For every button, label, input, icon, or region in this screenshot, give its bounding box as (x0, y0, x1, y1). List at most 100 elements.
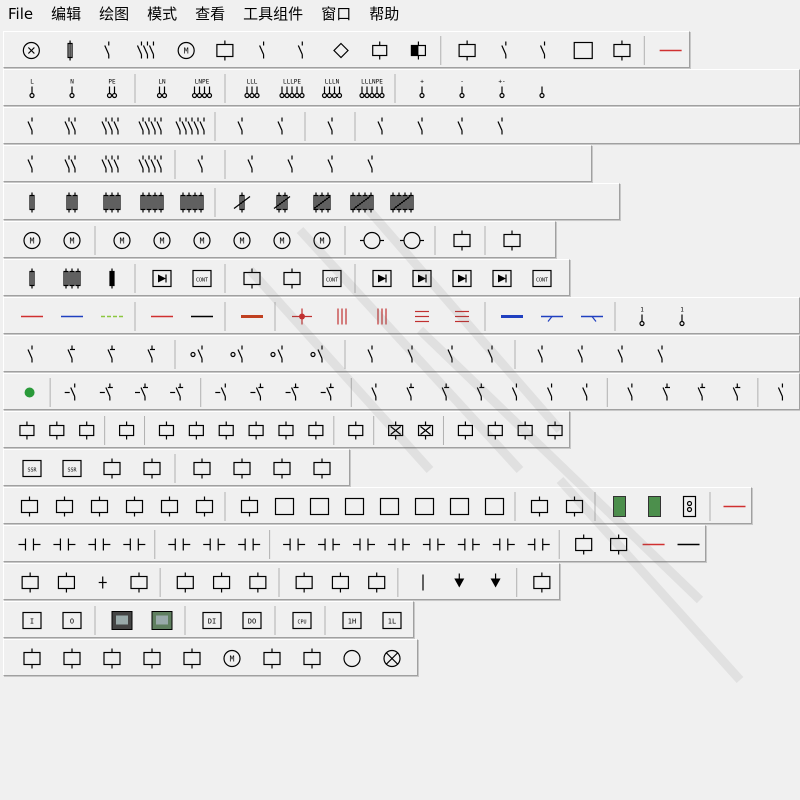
term-LLLNPE-icon[interactable]: LLLNPE (352, 72, 392, 105)
relay-box-icon[interactable] (448, 34, 487, 67)
heater-2-icon[interactable] (132, 452, 172, 485)
ladder-f2-icon[interactable] (347, 528, 382, 561)
wire-blue-thick-icon[interactable] (492, 300, 532, 333)
breaker-box-3-icon[interactable] (442, 110, 482, 143)
fuse-switch-1-icon[interactable] (222, 186, 262, 219)
lamp-circle-icon[interactable] (332, 642, 372, 675)
hmi-3d-icon[interactable] (142, 604, 182, 637)
contact-time-1-icon[interactable] (182, 338, 222, 371)
disconnect-load-1-icon[interactable] (232, 148, 272, 181)
line-black-icon[interactable] (671, 528, 706, 561)
sensor-square-icon[interactable] (12, 566, 48, 599)
menu-window[interactable]: 窗口 (312, 0, 360, 28)
bus-red-1-icon[interactable] (322, 300, 362, 333)
coil-time-icon[interactable] (301, 414, 331, 447)
net-1-icon[interactable] (203, 566, 239, 599)
plc-1L-icon[interactable]: 1L (372, 604, 412, 637)
coil-latch-icon[interactable] (241, 414, 271, 447)
ladder-f5-icon[interactable] (451, 528, 486, 561)
controller-icon[interactable]: CONT (182, 262, 222, 295)
cabinet-icon[interactable] (132, 642, 172, 675)
ladder-reset-icon[interactable] (232, 528, 267, 561)
thyristor-2-icon[interactable] (222, 452, 262, 485)
plc-func-7-icon[interactable] (477, 490, 512, 523)
bus-red-2-icon[interactable] (362, 300, 402, 333)
switch-single-icon[interactable] (244, 34, 283, 67)
coil-on-delay-icon[interactable] (152, 414, 182, 447)
lim-ext-3-icon[interactable] (569, 376, 604, 409)
switch-emerg-icon[interactable] (283, 34, 322, 67)
marker-box-icon[interactable] (524, 566, 560, 599)
horn-3-icon[interactable] (510, 414, 540, 447)
term-minus-icon[interactable]: - (442, 72, 482, 105)
menu-view[interactable]: 查看 (186, 0, 234, 28)
plc-1H-icon[interactable]: 1H (332, 604, 372, 637)
proximity-icon[interactable] (82, 490, 117, 523)
wire-red-icon[interactable] (12, 300, 52, 333)
heater-1-icon[interactable] (92, 452, 132, 485)
pin-2-icon[interactable] (601, 528, 636, 561)
drive-2-icon[interactable] (92, 642, 132, 675)
motor-5-icon[interactable]: M (182, 224, 222, 257)
wire-blue-tap-icon[interactable] (532, 300, 572, 333)
disconnect-load-3-icon[interactable] (312, 148, 352, 181)
red-line-2-icon[interactable] (717, 490, 752, 523)
fuse-switch-2-icon[interactable] (262, 186, 302, 219)
ssr-2-icon[interactable]: SSR (52, 452, 92, 485)
split-1-icon[interactable] (286, 566, 322, 599)
term-LNPE-icon[interactable]: LNPE (182, 72, 222, 105)
switch-3p-icon[interactable] (128, 34, 167, 67)
lamp-cross-icon[interactable] (372, 642, 412, 675)
converter-1-icon[interactable] (232, 262, 272, 295)
timer-1-icon[interactable] (12, 490, 47, 523)
thyristor-4-icon[interactable] (302, 452, 342, 485)
valve-icon[interactable] (492, 224, 532, 257)
breaker-3p-icon[interactable] (92, 110, 132, 143)
disconnect-load-2-icon[interactable] (272, 148, 312, 181)
line-red-icon[interactable] (636, 528, 671, 561)
hmi-1-icon[interactable] (102, 604, 142, 637)
contact-temp-4-icon[interactable] (642, 338, 682, 371)
io-O-icon[interactable]: O (52, 604, 92, 637)
press-nc-2-icon[interactable] (720, 376, 755, 409)
contact-nc-icon[interactable] (52, 338, 92, 371)
menu-draw[interactable]: 绘图 (90, 0, 138, 28)
horn-4-icon[interactable] (540, 414, 570, 447)
breaker-2p-icon[interactable] (52, 110, 92, 143)
compare-icon[interactable] (522, 490, 557, 523)
coil-1-icon[interactable] (12, 414, 42, 447)
wire-green-icon[interactable] (92, 300, 132, 333)
net-2-icon[interactable] (240, 566, 276, 599)
menu-tools[interactable]: 工具组件 (234, 0, 312, 28)
ladder-nc-icon[interactable] (47, 528, 82, 561)
contact-nc-2-icon[interactable] (132, 338, 172, 371)
pump-icon[interactable] (442, 224, 482, 257)
wire-blue-tap-2-icon[interactable] (572, 300, 612, 333)
coil-plain-icon[interactable] (341, 414, 371, 447)
coil-reset-icon[interactable] (271, 414, 301, 447)
box-empty-icon[interactable] (48, 566, 84, 599)
breaker-block-icon[interactable] (312, 110, 352, 143)
contact-no-icon[interactable] (12, 338, 52, 371)
ssr-1-icon[interactable]: SSR (12, 452, 52, 485)
lim-ext-1-icon[interactable] (499, 376, 534, 409)
fuse-1-icon[interactable] (12, 186, 52, 219)
breaker-aux-1-icon[interactable] (222, 110, 262, 143)
valve-2-icon[interactable] (292, 642, 332, 675)
press-no-nc-icon[interactable] (685, 376, 720, 409)
wire-yellow-icon[interactable] (232, 300, 272, 333)
term-1-pin-icon[interactable]: 1 (662, 300, 702, 333)
resistor-icon[interactable] (12, 262, 52, 295)
breaker-aux-2-icon[interactable] (262, 110, 302, 143)
motor-conn-icon[interactable]: M (212, 642, 252, 675)
diamond-icon[interactable] (322, 34, 361, 67)
horn-1-icon[interactable] (450, 414, 480, 447)
motor-8-icon[interactable]: M (302, 224, 342, 257)
plc-func-1-icon[interactable] (267, 490, 302, 523)
diode-box-1-icon[interactable] (362, 262, 402, 295)
push-no-icon[interactable] (57, 376, 92, 409)
lim-ext-2-icon[interactable] (534, 376, 569, 409)
lim-nc-2-icon[interactable] (464, 376, 499, 409)
bell-icon[interactable] (172, 642, 212, 675)
rect-empty-icon[interactable] (121, 566, 157, 599)
